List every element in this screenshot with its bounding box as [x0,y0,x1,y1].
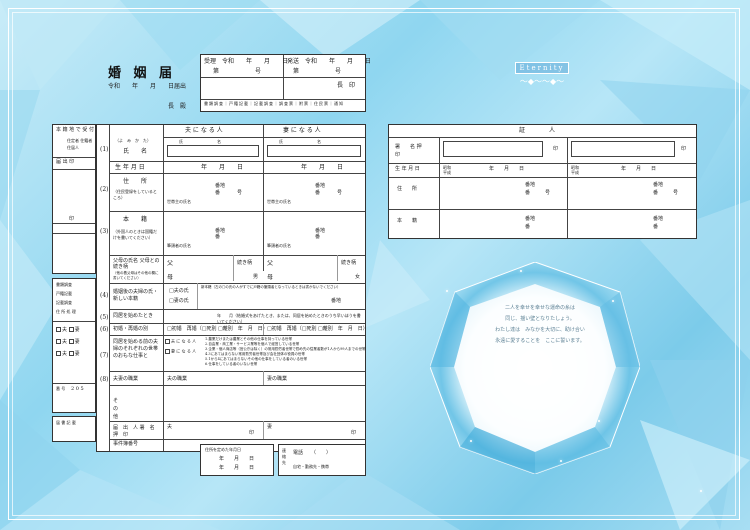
residence-date-box: 住所を定めた年月日 年 月 日 年 月 日 [200,444,274,476]
wife-column-header: 妻 に な る 人 [283,127,321,134]
wife-name-field[interactable] [267,145,361,157]
left-bottom-strip: 届 書 記 載 [52,416,96,442]
sent-date: 発送 令和 年 月 日 [287,58,372,65]
filing-date[interactable]: 令和 年 月 日届出 [108,84,186,90]
witness2-signature[interactable] [571,141,675,157]
witness1-signature[interactable] [443,141,543,157]
logo-wave: 〜◆〜〜◆〜 [519,77,565,86]
witness-table: 証 人 署 名 押 印 印 印 生 年 月 日 昭和 平成 年 月 日 昭和 平… [388,124,697,239]
husband-first-marriage[interactable]: □初婚 再婚（□死別 □離別 年 月 日） [167,327,268,332]
main-form-table: 夫 に な る 人 妻 に な る 人 (1) （よ み か た） 氏 名 氏 … [96,124,368,452]
office-head: 長 印 [337,82,356,89]
witness2-birth[interactable]: 年 月 日 [621,167,656,172]
crystal-jewel-frame [430,262,640,474]
husband-name-option[interactable]: □夫の氏 [169,289,189,294]
received-number: 第 号 [213,68,262,75]
marriage-registration-page: Eternity 〜◆〜〜◆〜 婚 姻 届 令和 年 月 日届出 長 殿 受理 … [0,0,750,530]
wife-job[interactable]: 妻の職業 [267,377,287,382]
vow-message: 二人を幸せを幸せな運命の糸は 同じ、揺い壁となりたしょう。 わたし達は みなかを… [495,305,585,344]
husband-signature[interactable]: 夫 [167,425,172,430]
reception-box: 受理 令和 年 月 日 第 号 発送 令和 年 月 日 第 号 長 印 書類調査… [200,54,371,112]
form-title: 婚 姻 届 [108,66,177,81]
wife-first-marriage[interactable]: □初婚 再婚（□死別 □離別 年 月 日） [267,327,368,332]
husband-job[interactable]: 夫の職業 [167,377,187,382]
wife-birth[interactable]: 年 月 日 [301,165,343,171]
husband-column-header: 夫 に な る 人 [185,127,223,134]
phone-field[interactable]: （ ） [311,451,331,456]
stamp-boxes: 書類調査｜戸籍記載｜記載調査｜調査票｜附票｜住民票｜通知 [204,101,344,106]
logo-word: Eternity [514,62,570,74]
left-check-strip: 書類調査 戸籍記載 記載調査 住 所 処 理 夫 妻 夫 妻 夫 妻 番 号 2… [52,278,96,413]
addressee[interactable]: 長 殿 [168,104,186,110]
received-date: 受理 令和 年 月 日 [204,58,289,65]
wife-signature[interactable]: 妻 [267,425,272,430]
left-side-strip: 本 籍 地 で 受 付 住定者 住籍者 住届人 届 出 印 印 [52,124,96,274]
eternity-logo: Eternity 〜◆〜〜◆〜 [500,62,584,87]
witness-title: 証 人 [519,127,556,134]
contact-box: 連 絡 先 電話 （ ） 自宅・勤務先・携帯 [278,444,366,476]
husband-birth[interactable]: 年 月 日 [201,165,243,171]
wife-name-option[interactable]: □妻の氏 [169,299,189,304]
sent-number: 第 号 [293,68,342,75]
husband-name-field[interactable] [167,145,259,157]
witness1-birth[interactable]: 年 月 日 [489,167,524,172]
